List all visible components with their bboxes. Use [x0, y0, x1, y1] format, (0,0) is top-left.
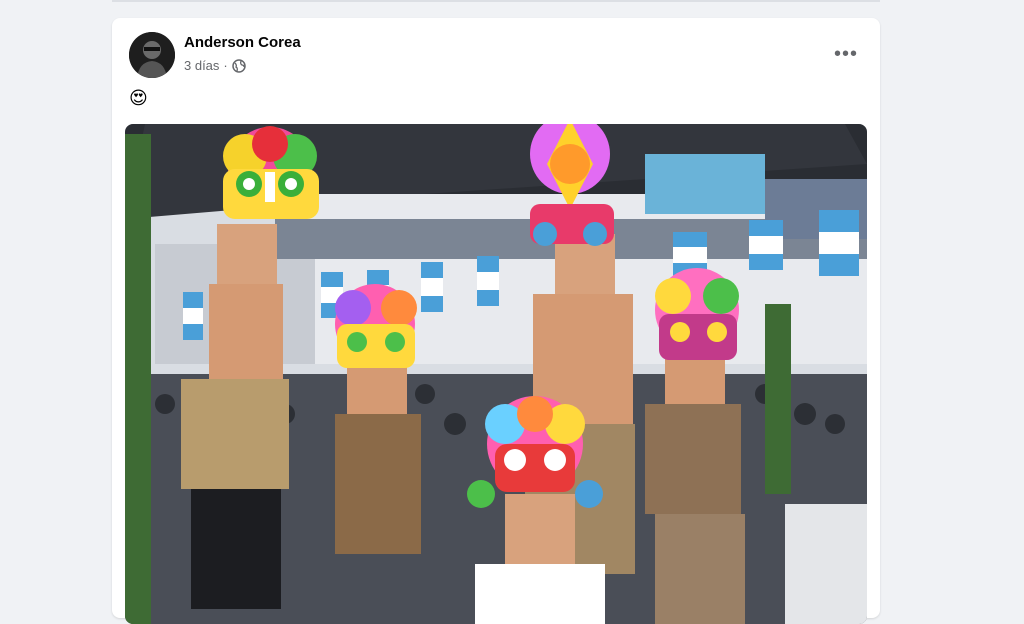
- post-photo[interactable]: [125, 124, 867, 624]
- post-card: Anderson Corea 3 días · ••• 😍: [112, 18, 880, 624]
- post-text: 😍: [129, 88, 148, 108]
- more-dots-icon: •••: [833, 42, 858, 65]
- meta-separator: ·: [223, 58, 228, 73]
- avatar[interactable]: [129, 32, 175, 78]
- post-meta: 3 días ·: [184, 58, 246, 73]
- author-name[interactable]: Anderson Corea: [184, 34, 301, 51]
- more-options-button[interactable]: •••: [828, 36, 864, 72]
- globe-icon: [232, 58, 246, 73]
- previous-post-edge: [112, 0, 880, 2]
- post-timestamp[interactable]: 3 días: [184, 58, 219, 73]
